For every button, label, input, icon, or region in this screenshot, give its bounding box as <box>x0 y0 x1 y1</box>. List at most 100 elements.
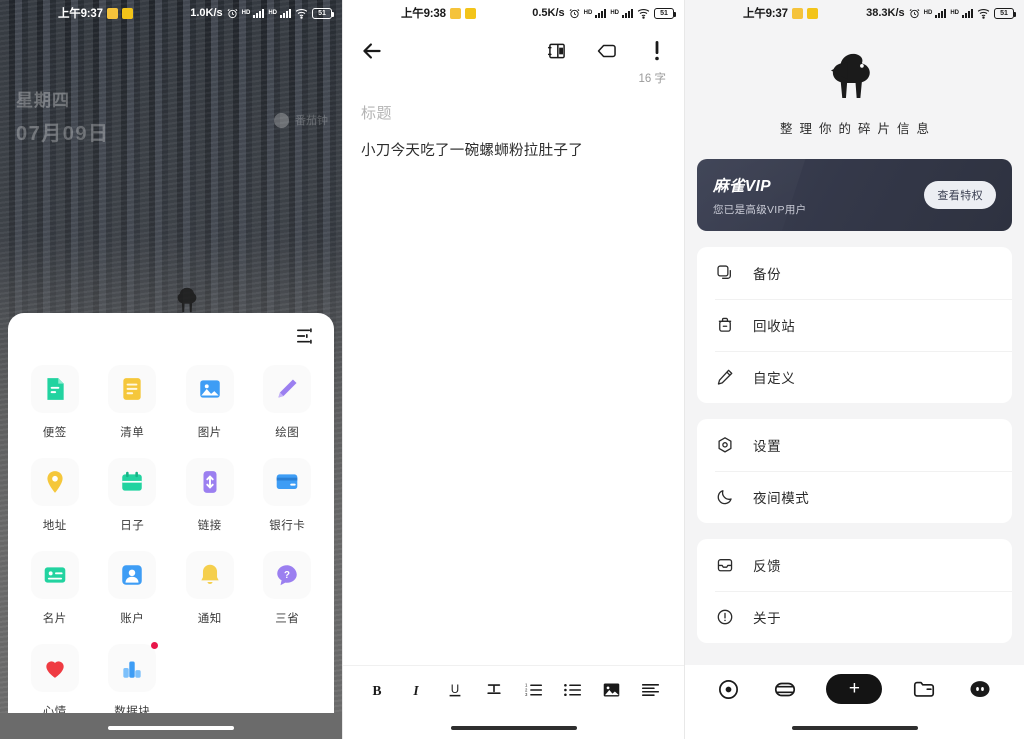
capsule-icon[interactable] <box>771 675 799 703</box>
alarm-icon <box>569 8 580 19</box>
widget-item-days[interactable]: 日子 <box>94 448 172 541</box>
wifi-icon <box>637 8 650 19</box>
menu-item-recycle-bin[interactable]: 回收站 <box>697 299 1012 351</box>
note-title-input[interactable]: 标题 <box>343 86 684 123</box>
status-bar-left: 上午9:37 <box>743 5 818 21</box>
widget-item-draw[interactable]: 绘图 <box>249 355 327 448</box>
sparrow-bird-logo <box>827 52 883 100</box>
signal-bars-icon-1 <box>253 8 265 18</box>
panel-profile: 上午9:37 38.3K/s HD HD 51 整理你的碎片信息 麻雀VIP 您… <box>684 0 1024 739</box>
book-layout-icon[interactable] <box>546 40 568 62</box>
gear-icon <box>715 435 735 455</box>
bank-card-icon <box>263 458 312 506</box>
bullet-list-icon[interactable] <box>559 677 585 703</box>
status-bar-profile: 上午9:37 38.3K/s HD HD 51 <box>685 0 1024 26</box>
widget-item-image[interactable]: 图片 <box>171 355 249 448</box>
widget-item-notification[interactable]: 通知 <box>171 541 249 634</box>
menu-item-customize[interactable]: 自定义 <box>697 351 1012 403</box>
format-toolbar: B I U 123 <box>343 665 684 713</box>
gesture-bar-home[interactable] <box>108 726 234 730</box>
align-left-icon[interactable] <box>637 677 663 703</box>
sheet-toolbar <box>12 323 330 347</box>
numbered-list-icon[interactable]: 123 <box>520 677 546 703</box>
menu-label: 设置 <box>753 439 782 454</box>
folder-icon[interactable] <box>910 675 938 703</box>
menu-label: 关于 <box>753 611 782 626</box>
widget-item-note[interactable]: 便签 <box>16 355 94 448</box>
app-tagline: 整理你的碎片信息 <box>779 122 936 136</box>
widget-label: 便签 <box>42 427 67 439</box>
underline-icon[interactable]: U <box>442 677 468 703</box>
widget-item-businesscard[interactable]: 名片 <box>16 541 94 634</box>
back-arrow-icon[interactable] <box>359 38 385 64</box>
note-body-input[interactable]: 小刀今天吃了一碗螺蛳粉拉肚子了 <box>343 123 684 164</box>
notification-badge-icon-2 <box>464 7 476 19</box>
menu-item-settings[interactable]: 设置 <box>697 419 1012 471</box>
exclamation-icon[interactable] <box>646 40 668 62</box>
hd-label-2: HD <box>610 10 619 16</box>
italic-icon[interactable]: I <box>403 677 429 703</box>
widget-label: 绘图 <box>275 427 300 439</box>
view-privileges-button[interactable]: 查看特权 <box>924 181 996 209</box>
heart-icon <box>30 644 79 692</box>
svg-text:3: 3 <box>525 692 528 697</box>
widget-label: 账户 <box>120 613 145 625</box>
insert-image-icon[interactable] <box>598 677 624 703</box>
widget-label: 地址 <box>42 520 67 532</box>
alarm-icon <box>227 8 238 19</box>
app-widget-sheet: 便签 清单 图片 绘图 地址 日子 链接 银行卡 名片 账户 通知 ? 三省 心… <box>8 313 334 739</box>
pomodoro-icon <box>274 112 289 128</box>
menu-item-about[interactable]: 关于 <box>697 591 1012 643</box>
widget-item-bankcard[interactable]: 银行卡 <box>249 448 327 541</box>
menu-item-backup[interactable]: 备份 <box>697 247 1012 299</box>
menu-label: 反馈 <box>753 559 782 574</box>
status-bar-right: 1.0K/s HD HD 51 <box>190 7 334 19</box>
home-date-widget: 星期四 07月09日 <box>16 86 110 146</box>
pomodoro-widget[interactable]: 番茄钟 <box>274 112 328 128</box>
profile-face-icon[interactable] <box>966 675 994 703</box>
status-bar-home: 上午9:37 1.0K/s HD HD 51 <box>0 0 342 26</box>
tag-icon[interactable] <box>596 40 618 62</box>
pencil-edit-icon <box>715 367 735 387</box>
signal-bars-icon-1 <box>935 8 947 18</box>
editor-actions <box>546 40 668 62</box>
widget-item-checklist[interactable]: 清单 <box>94 355 172 448</box>
add-button[interactable]: + <box>826 674 883 704</box>
widget-label: 清单 <box>120 427 145 439</box>
menu-item-night-mode[interactable]: 夜间模式 <box>697 471 1012 523</box>
copy-icon <box>715 263 735 283</box>
panel-note-editor: 上午9:38 0.5K/s HD HD 51 16 字 标题 小刀今天吃了一碗螺… <box>342 0 684 739</box>
status-time: 上午9:37 <box>58 8 103 20</box>
widget-label: 图片 <box>197 427 222 439</box>
target-icon[interactable] <box>715 675 743 703</box>
menu-label: 夜间模式 <box>753 491 810 506</box>
hd-label-2: HD <box>268 10 277 16</box>
widget-label: 通知 <box>197 613 222 625</box>
bar-chart-icon <box>108 642 159 692</box>
menu-label: 回收站 <box>753 319 796 334</box>
question-bubble-icon: ? <box>263 551 312 599</box>
widget-item-address[interactable]: 地址 <box>16 448 94 541</box>
menu-item-feedback[interactable]: 反馈 <box>697 539 1012 591</box>
menu-label: 备份 <box>753 267 782 282</box>
vip-card[interactable]: 麻雀VIP 您已是高级VIP用户 查看特权 <box>697 159 1012 231</box>
strikethrough-icon[interactable] <box>481 677 507 703</box>
network-speed: 38.3K/s <box>866 7 905 19</box>
widget-item-sanxing[interactable]: ? 三省 <box>249 541 327 634</box>
widget-item-account[interactable]: 账户 <box>94 541 172 634</box>
menu-group-1: 备份 回收站 自定义 <box>697 247 1012 403</box>
business-card-icon <box>30 551 79 599</box>
bold-icon[interactable]: B <box>364 677 390 703</box>
gesture-bar-profile[interactable] <box>791 726 918 730</box>
widget-grid: 便签 清单 图片 绘图 地址 日子 链接 银行卡 名片 账户 通知 ? 三省 心… <box>12 347 330 727</box>
battery-icon: 51 <box>312 7 334 19</box>
word-count: 16 字 <box>638 73 667 85</box>
hd-label-2: HD <box>950 10 959 16</box>
widget-item-link[interactable]: 链接 <box>171 448 249 541</box>
sliders-icon[interactable] <box>296 327 316 345</box>
note-icon <box>30 365 79 413</box>
signal-bars-icon-1 <box>595 8 607 18</box>
svg-text:B: B <box>372 682 381 697</box>
gesture-bar-editor[interactable] <box>450 726 577 730</box>
app-logo-block: 整理你的碎片信息 <box>685 26 1024 137</box>
